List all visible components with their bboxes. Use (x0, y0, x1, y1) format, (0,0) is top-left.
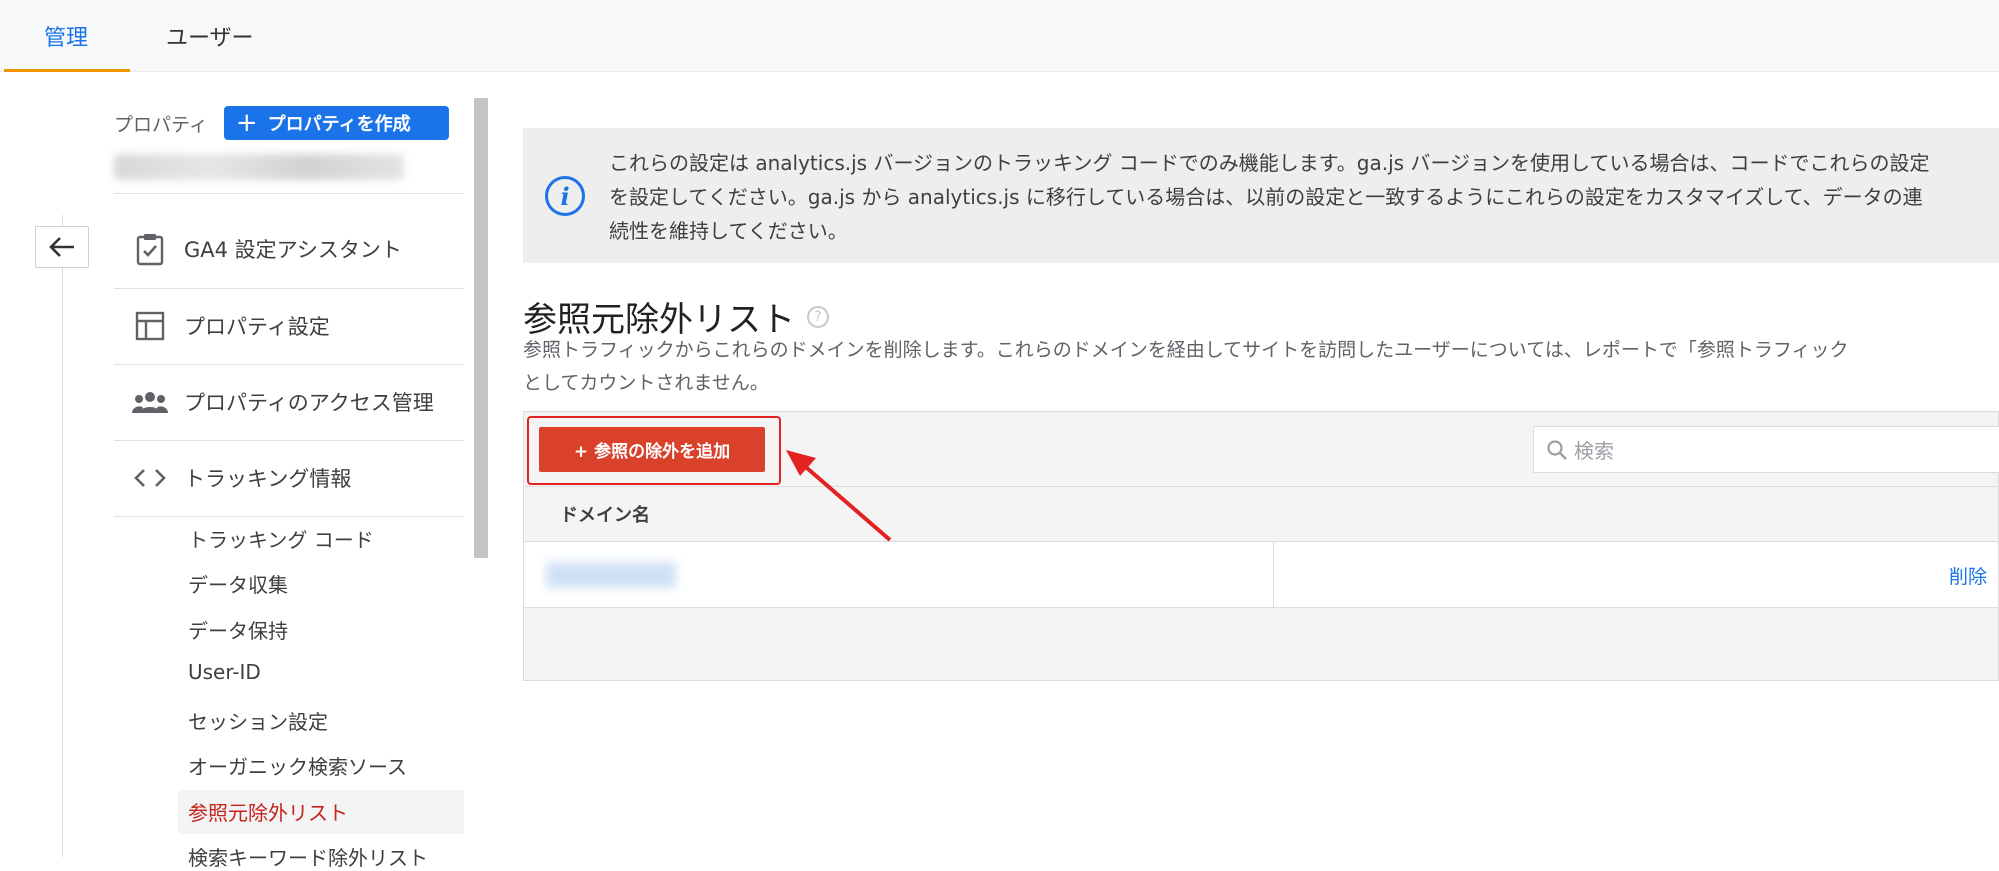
sidebar-subitem-user-id[interactable]: User-ID (188, 660, 261, 684)
search-placeholder: 検索 (1574, 439, 1614, 463)
sidebar-item-ga4-assistant[interactable]: GA4 設定アシスタント (114, 212, 464, 286)
plus-icon: + (235, 108, 258, 138)
info-line-2: を設定してください。ga.js から analytics.js に移行している場… (609, 185, 1923, 209)
exclusion-table: + 参照の除外を追加 検索 ドメイン名 削除 (523, 411, 1999, 681)
create-property-button[interactable]: + プロパティを作成 (223, 106, 449, 140)
arrow-left-icon (49, 237, 74, 257)
people-icon (130, 382, 170, 422)
rail-divider (62, 215, 63, 857)
table-row: 削除 (524, 542, 1998, 608)
sidebar-subitem-organic-search-sources[interactable]: オーガニック検索ソース (188, 751, 407, 780)
top-tab-bar: 管理 ユーザー (0, 0, 1999, 72)
clipboard-check-icon (130, 229, 170, 269)
tab-admin[interactable]: 管理 (3, 0, 131, 72)
create-property-label: プロパティを作成 (267, 114, 411, 135)
tab-user[interactable]: ユーザー (166, 0, 254, 72)
sidebar-scrollbar[interactable] (474, 98, 488, 558)
sidebar-subitem-data-retention[interactable]: データ保持 (188, 615, 288, 644)
sidebar-item-tracking-info[interactable]: トラッキング情報 (114, 441, 464, 515)
divider (114, 516, 464, 517)
search-icon (1547, 439, 1567, 460)
description-line-2: としてカウントされません。 (523, 372, 769, 394)
domain-redacted (546, 562, 676, 588)
add-referral-exclusion-button[interactable]: + 参照の除外を追加 (539, 427, 765, 472)
sidebar: プロパティ + プロパティを作成 GA4 設定アシスタント プロパティ設定 プロ… (114, 96, 464, 870)
description-line-1: 参照トラフィックからこれらのドメインを削除します。これらのドメインを経由してサイ… (523, 339, 1849, 361)
info-icon: i (545, 176, 585, 216)
sidebar-subitem-data-collection[interactable]: データ収集 (188, 569, 288, 598)
info-line-1: これらの設定は analytics.js バージョンのトラッキング コードでのみ… (609, 151, 1930, 175)
domain-cell (524, 542, 1274, 608)
sidebar-item-label: GA4 設定アシスタント (184, 238, 402, 262)
divider (114, 193, 464, 194)
sidebar-item-property-settings[interactable]: プロパティ設定 (114, 289, 464, 363)
help-icon[interactable]: ? (807, 305, 829, 328)
delete-link[interactable]: 削除 (1949, 562, 1987, 589)
sidebar-subitem-referral-exclusion-list[interactable]: 参照元除外リスト (188, 797, 348, 826)
sidebar-subitem-session-settings[interactable]: セッション設定 (188, 706, 328, 735)
property-label: プロパティ (114, 113, 208, 136)
page-description: 参照トラフィックからこれらのドメインを削除します。これらのドメインを経由してサイ… (523, 334, 1848, 400)
table-toolbar: + 参照の除外を追加 検索 (524, 412, 1999, 486)
sidebar-item-label: プロパティ設定 (184, 315, 330, 339)
sidebar-item-label: プロパティのアクセス管理 (184, 391, 434, 415)
back-button[interactable] (35, 226, 89, 268)
code-icon (130, 458, 170, 498)
info-text: これらの設定は analytics.js バージョンのトラッキング コードでのみ… (609, 146, 1999, 248)
column-header-domain[interactable]: ドメイン名 (524, 486, 1998, 542)
layout-icon (130, 306, 170, 346)
info-line-3: 続性を維持してください。 (609, 219, 848, 243)
sidebar-subitem-tracking-code[interactable]: トラッキング コード (188, 524, 374, 553)
search-input[interactable]: 検索 (1533, 426, 1999, 473)
property-selector-redacted[interactable] (114, 154, 404, 180)
info-banner: i これらの設定は analytics.js バージョンのトラッキング コードで… (523, 128, 1999, 263)
sidebar-item-access-management[interactable]: プロパティのアクセス管理 (114, 365, 464, 439)
sidebar-item-label: トラッキング情報 (184, 467, 352, 491)
property-header: プロパティ + プロパティを作成 (114, 106, 449, 140)
